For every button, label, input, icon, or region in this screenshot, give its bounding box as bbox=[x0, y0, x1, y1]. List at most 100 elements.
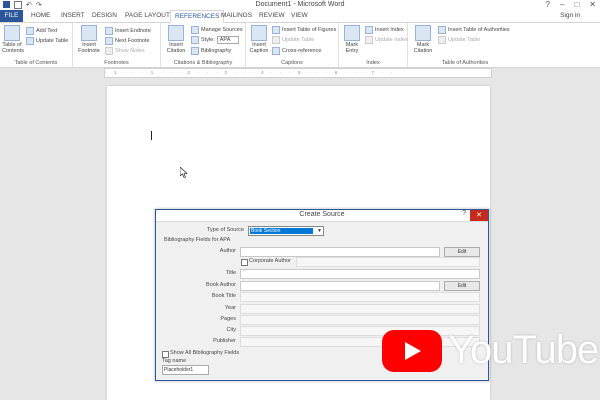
group-label-toa: Table of Authorities bbox=[441, 60, 489, 66]
insert-endnote-button[interactable]: Insert Endnote bbox=[105, 27, 151, 35]
footnote-icon bbox=[81, 25, 97, 41]
add-text-button[interactable]: Add Text bbox=[26, 27, 57, 35]
type-of-source-dropdown[interactable]: Book Section ▼ bbox=[248, 226, 324, 236]
insert-table-of-authorities-button[interactable]: Insert Table of Authorities bbox=[438, 26, 510, 34]
mark-entry-button[interactable]: Mark Entry bbox=[342, 25, 362, 54]
window-title: Document1 - Microsoft Word bbox=[255, 1, 345, 8]
youtube-play-icon bbox=[382, 329, 442, 372]
insert-caption-button[interactable]: Insert Caption bbox=[248, 25, 270, 54]
next-footnote-button[interactable]: Next Footnote bbox=[105, 37, 150, 45]
author-field[interactable] bbox=[240, 247, 440, 257]
insert-index-button[interactable]: Insert Index bbox=[365, 26, 404, 34]
group-table-of-authorities: Mark Citation Insert Table of Authoritie… bbox=[408, 23, 522, 67]
author-label: Author bbox=[219, 248, 236, 254]
tab-file[interactable]: FILE bbox=[0, 10, 23, 22]
book-title-label: Book Title bbox=[211, 293, 236, 299]
tag-name-field[interactable]: Placeholder1 bbox=[162, 365, 209, 375]
group-label-toc: Table of Contents bbox=[14, 60, 58, 66]
update-table-captions-button[interactable]: Update Table bbox=[272, 36, 314, 44]
year-field[interactable] bbox=[240, 304, 480, 314]
title-bar: ↶ ↷ Document1 - Microsoft Word ? – □ ✕ bbox=[0, 0, 600, 10]
cross-reference-button[interactable]: Cross-reference bbox=[272, 47, 321, 55]
insert-citation-button[interactable]: Insert Citation bbox=[164, 25, 188, 54]
close-icon[interactable]: ✕ bbox=[589, 0, 596, 9]
maximize-icon[interactable]: □ bbox=[574, 0, 579, 9]
style-selector[interactable]: Style: APA bbox=[191, 36, 240, 44]
group-label-captions: Captions bbox=[281, 60, 303, 66]
tab-mailings[interactable]: MAILINGS bbox=[221, 12, 252, 19]
tab-review[interactable]: REVIEW bbox=[259, 12, 285, 19]
corporate-author-label: Corporate Author bbox=[249, 258, 291, 264]
tab-design[interactable]: DESIGN bbox=[92, 12, 117, 19]
title-label: Title bbox=[225, 270, 236, 276]
corporate-author-field[interactable] bbox=[296, 257, 480, 267]
dialog-help-icon[interactable]: ? bbox=[462, 210, 466, 217]
tab-insert[interactable]: INSERT bbox=[61, 12, 85, 19]
chevron-down-icon: ▼ bbox=[317, 228, 322, 234]
tab-home[interactable]: HOME bbox=[31, 12, 51, 19]
tab-page-layout[interactable]: PAGE LAYOUT bbox=[125, 12, 170, 19]
book-author-label: Book Author bbox=[206, 282, 236, 288]
ribbon-tabs: FILE HOME INSERT DESIGN PAGE LAYOUT REFE… bbox=[0, 10, 600, 23]
refresh-icon bbox=[365, 36, 373, 44]
insert-footnote-button[interactable]: Insert Footnote bbox=[77, 25, 101, 54]
tab-view[interactable]: VIEW bbox=[291, 12, 308, 19]
group-index: Mark Entry Insert Index Update Index Ind… bbox=[339, 23, 408, 67]
title-field[interactable] bbox=[240, 269, 480, 279]
book-author-field[interactable] bbox=[240, 281, 440, 291]
group-table-of-contents: Table of Contents Add Text Update Table … bbox=[0, 23, 73, 67]
table-of-authorities-icon bbox=[438, 26, 446, 34]
text-caret bbox=[151, 131, 152, 140]
group-citations-bibliography: Insert Citation Manage Sources Style: APA… bbox=[161, 23, 246, 67]
index-icon bbox=[365, 26, 373, 34]
update-table-toc-button[interactable]: Update Table bbox=[26, 37, 68, 45]
insert-table-of-figures-button[interactable]: Insert Table of Figures bbox=[272, 26, 336, 34]
year-label: Year bbox=[224, 305, 236, 311]
youtube-logo: YouTube bbox=[382, 328, 599, 373]
group-captions: Insert Caption Insert Table of Figures U… bbox=[246, 23, 339, 67]
help-icon[interactable]: ? bbox=[546, 0, 550, 9]
group-label-citations: Citations & Bibliography bbox=[173, 60, 233, 66]
add-text-icon bbox=[26, 27, 34, 35]
author-edit-button[interactable]: Edit bbox=[444, 247, 480, 257]
manage-sources-icon bbox=[191, 26, 199, 34]
bibliography-button[interactable]: Bibliography bbox=[191, 47, 231, 55]
publisher-label: Publisher bbox=[213, 338, 236, 344]
minimize-icon[interactable]: – bbox=[560, 0, 564, 9]
style-dropdown[interactable]: APA bbox=[216, 36, 240, 44]
pages-label: Pages bbox=[220, 316, 236, 322]
endnote-icon bbox=[105, 27, 113, 35]
ribbon: Table of Contents Add Text Update Table … bbox=[0, 23, 600, 68]
group-footnotes: Insert Footnote Insert Endnote Next Foot… bbox=[73, 23, 161, 67]
style-icon bbox=[191, 36, 199, 44]
dialog-close-icon[interactable]: ✕ bbox=[470, 210, 488, 221]
table-of-contents-icon bbox=[4, 25, 20, 41]
tab-references[interactable]: REFERENCES bbox=[170, 10, 225, 23]
show-all-fields-checkbox[interactable] bbox=[162, 351, 169, 358]
mark-citation-button[interactable]: Mark Citation bbox=[411, 25, 435, 54]
pages-field[interactable] bbox=[240, 315, 480, 325]
group-label-index: Index bbox=[366, 60, 380, 66]
book-title-field[interactable] bbox=[240, 292, 480, 302]
sign-in-link[interactable]: Sign in bbox=[560, 12, 580, 19]
bibliography-fields-header: Bibliography Fields for APA bbox=[164, 237, 231, 243]
refresh-icon bbox=[26, 37, 34, 45]
update-index-button[interactable]: Update Index bbox=[365, 36, 408, 44]
bibliography-icon bbox=[191, 47, 199, 55]
next-footnote-icon bbox=[105, 37, 113, 45]
corporate-author-checkbox[interactable] bbox=[241, 259, 248, 266]
citation-icon bbox=[168, 25, 184, 41]
book-author-edit-button[interactable]: Edit bbox=[444, 281, 480, 291]
update-table-toa-button[interactable]: Update Table bbox=[438, 36, 480, 44]
dialog-title-bar: Create Source ? ✕ bbox=[156, 210, 488, 222]
horizontal-ruler[interactable]: · 1 · · · 1 · · · 2 · · · 3 · · · 4 · · … bbox=[104, 68, 492, 78]
manage-sources-button[interactable]: Manage Sources bbox=[191, 26, 243, 34]
show-all-fields-label: Show All Bibliography Fields bbox=[170, 350, 240, 356]
caption-icon bbox=[251, 25, 267, 41]
mouse-pointer-icon bbox=[180, 167, 188, 178]
mark-entry-icon bbox=[344, 25, 360, 41]
refresh-icon bbox=[438, 36, 446, 44]
table-of-contents-button[interactable]: Table of Contents bbox=[2, 25, 24, 54]
show-notes-button[interactable]: Show Notes bbox=[105, 47, 145, 55]
youtube-wordmark: YouTube bbox=[448, 328, 599, 372]
